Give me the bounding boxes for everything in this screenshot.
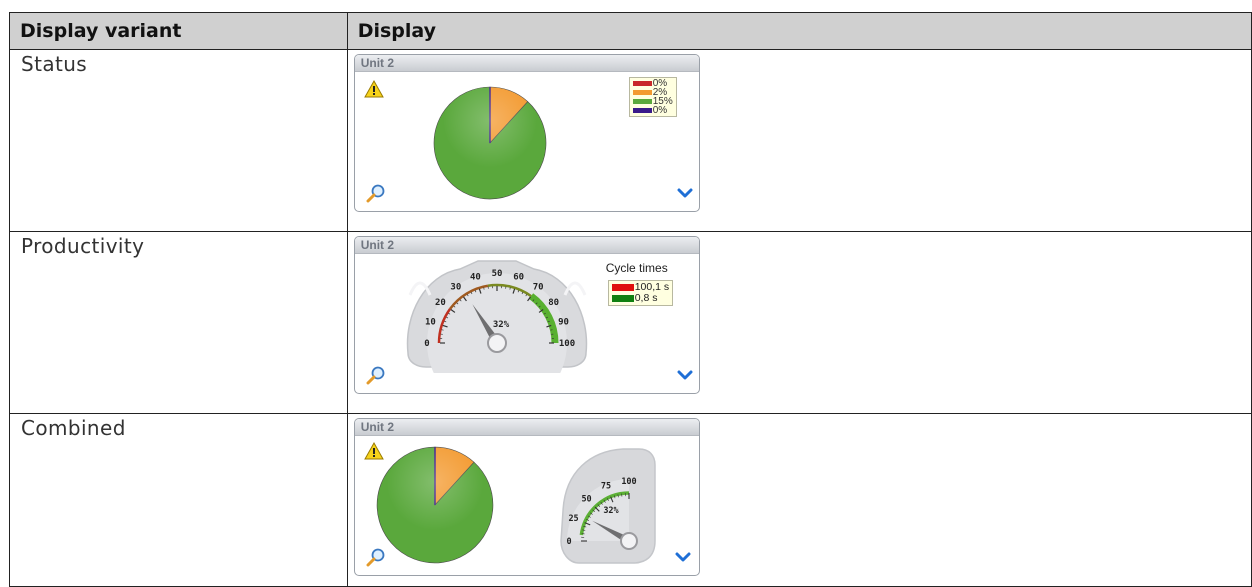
legend-label: 0% [653,106,667,115]
display-variants-table: Display variant Display Status Unit 2 0%… [9,12,1252,587]
chevron-down-icon[interactable] [675,550,691,564]
header-display: Display [347,13,1251,50]
gauge-tick-label: 80 [548,298,559,308]
cycle-times-title: Cycle times [606,261,668,275]
status-pie-chart [432,85,548,201]
chevron-down-icon[interactable] [677,186,693,200]
gauge-tick-label: 100 [621,477,636,487]
widget-title: Unit 2 [355,237,699,254]
table-row: Status Unit 2 0%2%15%0% [10,50,1252,232]
gauge-tick-label: 25 [568,514,578,524]
header-display-variant: Display variant [10,13,348,50]
magnifier-icon[interactable] [366,547,386,567]
gauge-tick-label: 0 [424,339,429,349]
gauge-tick-label: 60 [513,272,524,282]
legend-swatch [633,99,652,104]
gauge-tick-label: 0 [566,537,571,547]
status-legend: 0%2%15%0% [629,77,677,117]
productivity-widget[interactable]: Unit 2 0 10 20 30 40 50 60 70 80 90 100 32% Cycle t… [354,236,700,394]
legend-swatch [612,284,634,291]
gauge-tick-label: 50 [491,269,502,279]
gauge-tick-label: 50 [581,495,591,505]
display-cell-productivity: Unit 2 0 10 20 30 40 50 60 70 80 90 100 32% Cycle t… [347,232,1251,414]
gauge-tick-label: 70 [532,282,543,292]
variant-label-status: Status [10,50,348,232]
table-row: Combined Unit 2 0 2550 75 100 32% [10,414,1252,587]
variant-label-combined: Combined [10,414,348,587]
legend-entry: 0% [633,106,673,115]
gauge-hub [621,533,637,549]
display-cell-status: Unit 2 0%2%15%0% [347,50,1251,232]
combined-pie-chart [375,445,495,565]
chevron-down-icon[interactable] [677,368,693,382]
gauge-tick-label: 90 [558,317,569,327]
gauge-tick-label: 10 [425,317,436,327]
pie-highlight [434,87,546,199]
widget-title: Unit 2 [355,419,699,436]
gauge-hub [488,334,506,352]
gauge-tick-label: 75 [601,482,611,492]
gauge-value-label: 32% [493,320,510,330]
cycle-times-legend: 100,1 s 0,8 s [608,280,673,306]
gauge-tick-label: 100 [559,339,575,349]
gauge-tick-label: 40 [470,272,481,282]
legend-swatch [612,295,634,302]
magnifier-icon[interactable] [366,365,386,385]
pie-highlight [377,447,493,563]
display-cell-combined: Unit 2 0 2550 75 100 32% [347,414,1251,587]
legend-swatch [633,81,652,86]
gauge-value-label: 32% [603,506,619,516]
legend-swatch [633,90,652,95]
status-widget[interactable]: Unit 2 0%2%15%0% [354,54,700,212]
productivity-gauge: 0 10 20 30 40 50 60 70 80 90 100 32% [400,255,595,373]
magnifier-icon[interactable] [366,183,386,203]
legend-swatch [633,108,652,113]
table-header-row: Display variant Display [10,13,1252,50]
legend-entry: 0,8 s [612,293,669,304]
gauge-tick-label: 20 [435,298,446,308]
gauge-tick-label: 30 [450,282,461,292]
legend-label: 0,8 s [635,293,658,304]
combined-gauge: 0 2550 75 100 32% [551,441,666,566]
widget-title: Unit 2 [355,55,699,72]
table-row: Productivity Unit 2 0 10 20 30 40 50 60 70 80 90 1… [10,232,1252,414]
variant-label-productivity: Productivity [10,232,348,414]
combined-widget[interactable]: Unit 2 0 2550 75 100 32% [354,418,700,576]
warning-icon [364,79,384,99]
